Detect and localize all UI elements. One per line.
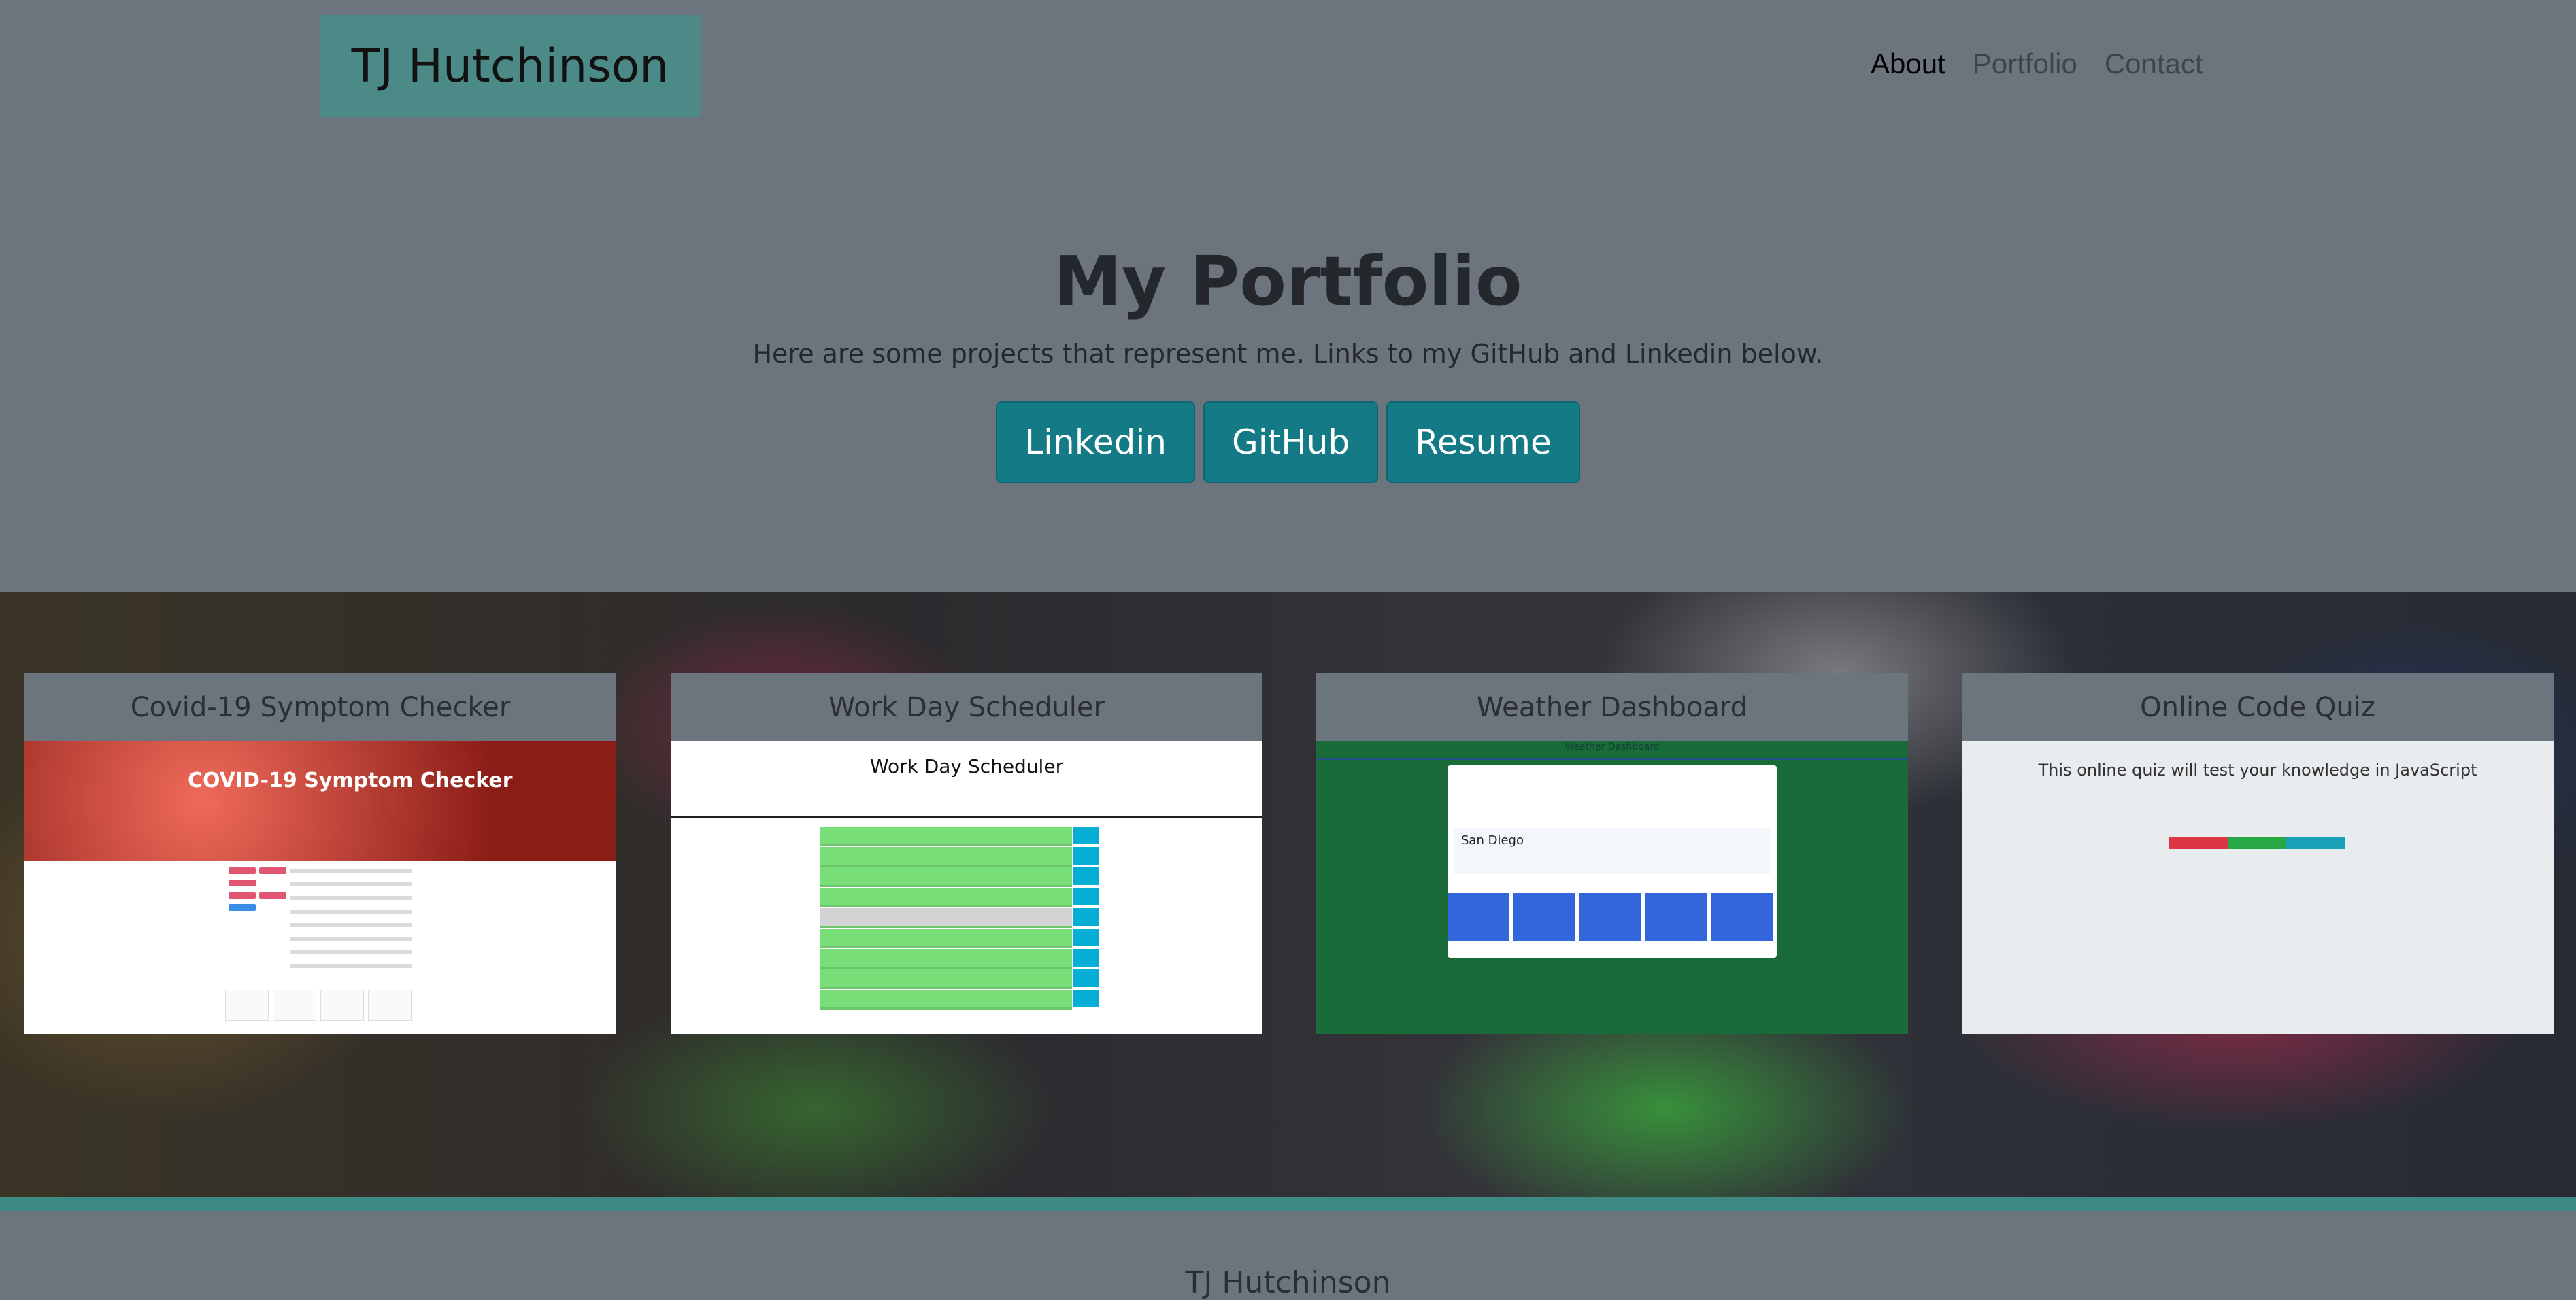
- weather-banner: Weather Dashboard: [1316, 741, 1908, 760]
- project-title[interactable]: Weather Dashboard: [1316, 673, 1908, 741]
- project-screenshot[interactable]: Work Day Scheduler: [671, 741, 1262, 1034]
- page-title: My Portfolio: [1054, 241, 1522, 321]
- footer-text: TJ Hutchinson: [1185, 1265, 1391, 1300]
- linkedin-button[interactable]: Linkedin: [996, 401, 1195, 483]
- quiz-heading: This online quiz will test your knowledg…: [2038, 761, 2477, 780]
- project-screenshot[interactable]: Weather Dashboard San Diego: [1316, 741, 1908, 1034]
- brand-logo[interactable]: TJ Hutchinson: [320, 15, 701, 117]
- footer-divider: [0, 1197, 2576, 1211]
- main-nav: About Portfolio Contact: [1871, 48, 2203, 80]
- github-button[interactable]: GitHub: [1203, 401, 1379, 483]
- project-screenshot[interactable]: This online quiz will test your knowledg…: [1962, 741, 2554, 1034]
- page-subtitle: Here are some projects that represent me…: [752, 339, 1824, 369]
- covid-banner-heading: COVID-19 Symptom Checker: [188, 769, 513, 793]
- project-title[interactable]: Work Day Scheduler: [671, 673, 1262, 741]
- covid-body: [24, 861, 616, 1034]
- resume-button[interactable]: Resume: [1386, 401, 1580, 483]
- project-title[interactable]: Online Code Quiz: [1962, 673, 2554, 741]
- project-screenshot[interactable]: COVID-19 Symptom Checker: [24, 741, 616, 1034]
- project-card-scheduler[interactable]: Work Day Scheduler Work Day Scheduler: [671, 673, 1262, 1034]
- project-card-quiz[interactable]: Online Code Quiz This online quiz will t…: [1962, 673, 2554, 1034]
- project-card-weather[interactable]: Weather Dashboard Weather Dashboard San …: [1316, 673, 1908, 1034]
- scheduler-heading: Work Day Scheduler: [869, 755, 1064, 778]
- project-title[interactable]: Covid-19 Symptom Checker: [24, 673, 616, 741]
- hero-button-group: Linkedin GitHub Resume: [0, 401, 2576, 483]
- covid-banner: COVID-19 Symptom Checker: [24, 741, 616, 861]
- nav-contact-link[interactable]: Contact: [2105, 48, 2203, 80]
- nav-about-link[interactable]: About: [1871, 48, 1945, 80]
- quiz-buttons: [2169, 837, 2345, 849]
- project-card-covid[interactable]: Covid-19 Symptom Checker COVID-19 Sympto…: [24, 673, 616, 1034]
- nav-portfolio-link[interactable]: Portfolio: [1973, 48, 2077, 80]
- weather-city: San Diego: [1461, 833, 1524, 848]
